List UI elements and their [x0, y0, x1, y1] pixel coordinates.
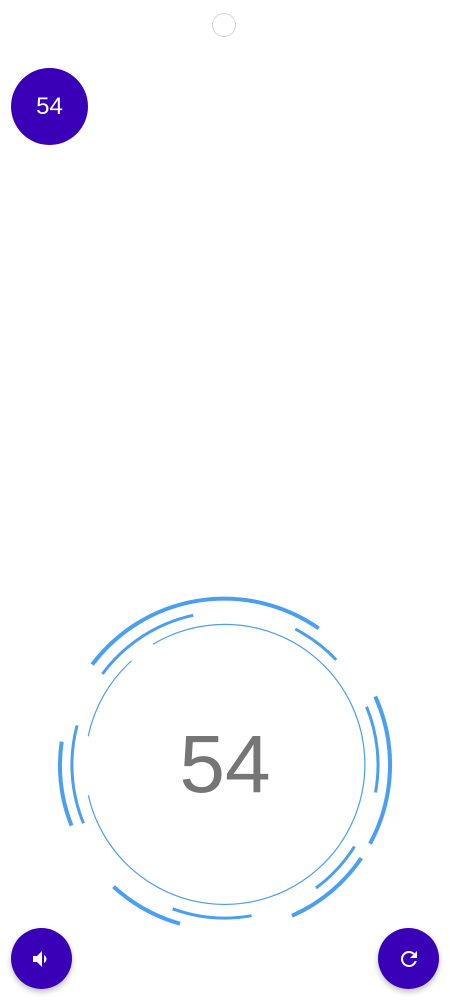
- ring-outer-arc-right: [368, 695, 393, 845]
- refresh-icon: [400, 950, 417, 967]
- ring-mid-arc-bottom: [172, 907, 252, 920]
- ring-mid-arc-left: [70, 725, 85, 824]
- timer-ring: [58, 596, 393, 926]
- reset-button[interactable]: [378, 928, 439, 989]
- app-screen: 54 54: [0, 0, 450, 1000]
- ring-mid-arc-top-left: [101, 613, 194, 675]
- ring-inner-arc-left: [87, 660, 132, 737]
- count-badge[interactable]: 54: [11, 68, 88, 145]
- ring-mid-arc-bottom-right: [315, 845, 356, 890]
- ring-mid-arc-right: [365, 706, 380, 793]
- camera-notch: [212, 13, 236, 37]
- ring-outer-arc-top-main: [90, 596, 320, 666]
- ring-outer-arc-left: [58, 741, 74, 827]
- ring-outer-arc-bottom: [112, 885, 181, 926]
- ring-outer-arc-bottom-right: [291, 856, 363, 918]
- ring-inner-arc-main: [87, 623, 366, 905]
- ring-mid-arc-top-right: [294, 627, 338, 661]
- sound-button[interactable]: [11, 928, 72, 989]
- volume-icon: [32, 950, 46, 967]
